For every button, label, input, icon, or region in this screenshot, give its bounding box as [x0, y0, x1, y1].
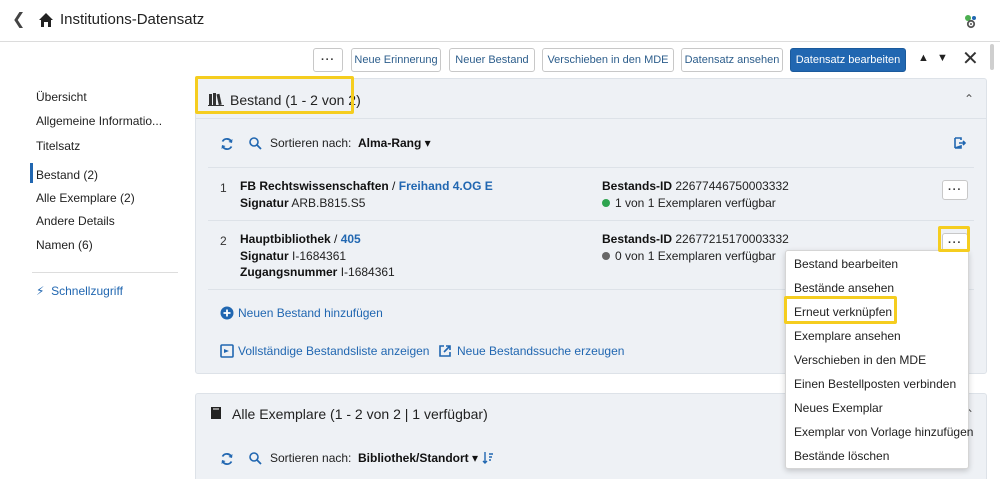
previous-record-icon[interactable]: ▲: [918, 52, 929, 64]
menu-item-view-items[interactable]: Exemplare ansehen: [794, 329, 901, 343]
new-holding-button[interactable]: Neuer Bestand: [449, 48, 535, 72]
new-reminder-button[interactable]: Neue Erinnerung: [351, 48, 441, 72]
row-number: 2: [220, 234, 227, 248]
search-icon[interactable]: [248, 136, 262, 150]
search-icon[interactable]: [248, 451, 262, 465]
external-icon: [439, 345, 451, 357]
sidebar-item-overview[interactable]: Übersicht: [36, 90, 87, 104]
holdings-panel-header[interactable]: Bestand (1 - 2 von 2) ⌃: [196, 79, 986, 119]
holding-id: Bestands-ID 22677446750003332: [602, 179, 789, 193]
sidebar-item-holdings[interactable]: Bestand (2): [36, 168, 98, 182]
list-icon: [220, 344, 234, 358]
menu-item-relink[interactable]: Erneut verknüpfen: [794, 305, 892, 319]
next-record-icon[interactable]: ▼: [937, 52, 948, 64]
holding-location-link[interactable]: Freihand 4.OG E: [399, 179, 493, 193]
menu-item-move-to-mde[interactable]: Verschieben in den MDE: [794, 353, 926, 367]
sidebar-item-other-details[interactable]: Andere Details: [36, 214, 115, 228]
page-title: Institutions-Datensatz: [60, 11, 205, 28]
close-icon[interactable]: ✕: [962, 47, 979, 71]
sidebar-item-all-items[interactable]: Alle Exemplare (2): [36, 191, 135, 205]
available-dot-icon: [602, 199, 610, 207]
row-divider: [208, 167, 974, 168]
accession-label: Zugangsnummer: [240, 265, 338, 279]
add-holding-link[interactable]: Neuen Bestand hinzufügen: [238, 306, 383, 320]
export-icon[interactable]: [953, 136, 967, 150]
call-number-label: Signatur: [240, 196, 289, 210]
books-icon: [208, 93, 224, 106]
availability-text: 0 von 1 Exemplaren verfügbar: [615, 249, 776, 263]
menu-item-add-item-from-template[interactable]: Exemplar von Vorlage hinzufügen: [794, 425, 973, 439]
sort-label: Sortieren nach:: [270, 136, 352, 150]
holding-library: FB Rechtswissenschaften / Freihand 4.OG …: [240, 179, 493, 193]
holdings-sort-bar: Sortieren nach: Alma-Rang ▾: [196, 129, 986, 159]
call-number-label: Signatur: [240, 249, 289, 263]
sidebar-item-general-info[interactable]: Allgemeine Informatio...: [36, 114, 162, 128]
holding-actions-menu: Bestand bearbeiten Bestände ansehen Erne…: [785, 250, 973, 469]
toolbar: ··· Neue Erinnerung Neuer Bestand Versch…: [0, 48, 1000, 74]
library-name: FB Rechtswissenschaften: [240, 179, 389, 193]
bookmark-icon: [211, 407, 221, 419]
holding-id-value: 22677446750003332: [675, 179, 789, 193]
menu-item-link-po-line[interactable]: Einen Bestellposten verbinden: [794, 377, 956, 391]
move-to-mde-button[interactable]: Verschieben in den MDE: [542, 48, 674, 72]
back-icon[interactable]: ❮: [12, 10, 30, 30]
menu-item-new-item[interactable]: Neues Exemplar: [794, 401, 883, 415]
plus-circle-icon: [220, 306, 234, 320]
separator: /: [388, 179, 399, 193]
top-bar: ❮ Institutions-Datensatz: [0, 0, 1000, 42]
holding-id-value: 22677215170003332: [675, 232, 789, 246]
menu-item-edit-holding[interactable]: Bestand bearbeiten: [794, 257, 898, 271]
sidebar-active-indicator: [30, 163, 33, 183]
sort-desc-icon[interactable]: [482, 451, 494, 465]
menu-item-delete-holdings[interactable]: Bestände löschen: [794, 449, 889, 463]
sidebar-divider: [32, 272, 178, 273]
availability-text: 1 von 1 Exemplaren verfügbar: [615, 196, 776, 210]
availability: 1 von 1 Exemplaren verfügbar: [602, 196, 776, 210]
edit-record-button[interactable]: Datensatz bearbeiten: [790, 48, 906, 72]
call-number-value: I-1684361: [292, 249, 347, 263]
sort-select[interactable]: Alma-Rang ▾: [358, 136, 431, 150]
view-record-button[interactable]: Datensatz ansehen: [681, 48, 783, 72]
call-number-value: ARB.B815.S5: [291, 196, 366, 210]
holding-location-link[interactable]: 405: [341, 232, 361, 246]
items-sort-select[interactable]: Bibliothek/Standort ▾: [358, 451, 478, 465]
holding-id-label: Bestands-ID: [602, 179, 673, 193]
row-number: 1: [220, 181, 227, 195]
holdings-title: Bestand (1 - 2 von 2): [230, 92, 361, 108]
holding-id-label: Bestands-ID: [602, 232, 673, 246]
more-actions-button[interactable]: ···: [313, 48, 343, 72]
collapse-holdings-icon[interactable]: ⌃: [964, 92, 974, 106]
refresh-icon[interactable]: [220, 137, 234, 151]
holding-library: Hauptbibliothek / 405: [240, 232, 361, 246]
full-holdings-list-link[interactable]: Vollständige Bestandsliste anzeigen: [238, 344, 429, 358]
quick-access-link[interactable]: ⚡︎ Schnellzugriff: [36, 284, 123, 298]
holding-id: Bestands-ID 22677215170003332: [602, 232, 789, 246]
refresh-icon[interactable]: [220, 452, 234, 466]
menu-item-view-holdings[interactable]: Bestände ansehen: [794, 281, 894, 295]
sidebar-item-bib-record[interactable]: Titelsatz: [36, 139, 80, 153]
bolt-icon: ⚡︎: [36, 284, 45, 298]
all-items-title: Alle Exemplare (1 - 2 von 2 | 1 verfügba…: [232, 406, 488, 422]
call-number: Signatur I-1684361: [240, 249, 346, 263]
accession-value: I-1684361: [340, 265, 395, 279]
scrollbar-thumb[interactable]: [990, 44, 994, 70]
separator: /: [330, 232, 341, 246]
row-divider: [208, 220, 974, 221]
library-name: Hauptbibliothek: [240, 232, 331, 246]
unavailable-dot-icon: [602, 252, 610, 260]
call-number: Signatur ARB.B815.S5: [240, 196, 365, 210]
sidebar-item-names[interactable]: Namen (6): [36, 238, 93, 252]
row-actions-button[interactable]: ···: [942, 180, 968, 200]
gear-icon[interactable]: [962, 12, 980, 30]
new-holdings-search-link[interactable]: Neue Bestandssuche erzeugen: [457, 344, 624, 358]
availability: 0 von 1 Exemplaren verfügbar: [602, 249, 776, 263]
accession-number: Zugangsnummer I-1684361: [240, 265, 395, 279]
sort-label: Sortieren nach:: [270, 451, 352, 465]
home-icon: [39, 13, 53, 27]
quick-access-label: Schnellzugriff: [51, 284, 123, 298]
